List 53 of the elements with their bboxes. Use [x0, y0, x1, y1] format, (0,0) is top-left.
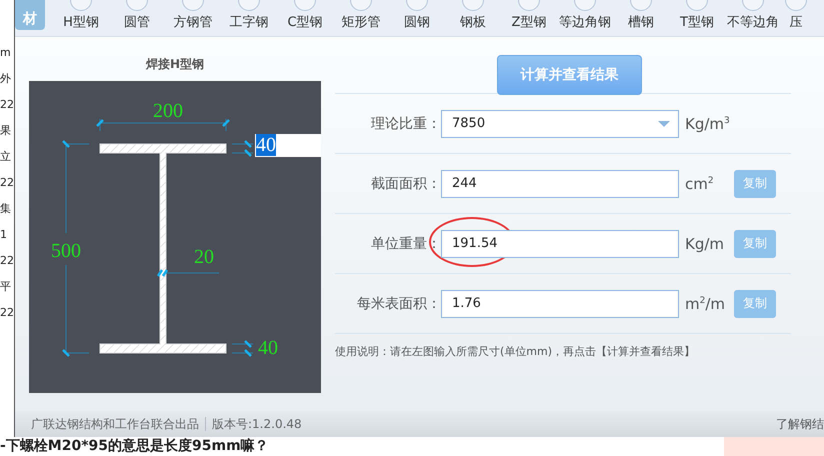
toolbar-button[interactable]: 钢板	[445, 0, 501, 31]
toolbar-button[interactable]: C型钢	[277, 0, 333, 31]
toolbar-button[interactable]: 工字钢	[221, 0, 277, 31]
background-text-fragment: 立	[0, 149, 12, 165]
toolbar-button[interactable]: H型钢	[53, 0, 109, 31]
toolbar-button[interactable]: 不等边角	[725, 0, 781, 31]
version-text: 版本号:1.2.0.48	[212, 416, 302, 432]
result-field[interactable]: 191.54	[441, 230, 679, 258]
background-question-text: -下螺栓M20*95的意思是长度95mm嘛？	[0, 437, 269, 455]
dimension-line	[232, 140, 254, 157]
toolbar-button[interactable]: 槽钢	[613, 0, 669, 31]
credit-text: 广联达钢结构和工作台联合出品	[31, 416, 199, 432]
instructions-text: 使用说明：请在左图输入所需尺寸(单位mm)，再点击【计算并查看结果】	[335, 344, 696, 359]
density-dropdown[interactable]: 7850	[441, 110, 679, 138]
toolbar-button[interactable]: Z型钢	[501, 0, 557, 31]
toolbar-button[interactable]: 等边角钢	[557, 0, 613, 31]
learn-more-link[interactable]: 了解钢结	[776, 416, 824, 432]
dimension-value[interactable]: 40	[258, 337, 278, 359]
toolbar-button[interactable]: 矩形管	[333, 0, 389, 31]
dimension-value[interactable]: 500	[51, 240, 81, 262]
background-text-fragment: 集	[0, 201, 12, 217]
dimension-line	[156, 269, 220, 277]
field-label: 每米表面积：	[356, 294, 441, 312]
app-logo: 材	[15, 0, 45, 30]
toolbar-button[interactable]: 压	[781, 0, 811, 31]
field-label: 理论比重：	[370, 114, 441, 132]
background-text-fragment: 22	[0, 175, 14, 191]
dimension-value[interactable]: 200	[153, 100, 183, 122]
background-text-fragment: 果	[0, 123, 12, 139]
unit-label: cm$^{2}$	[684, 174, 715, 192]
result-field[interactable]: 1.76	[441, 290, 679, 318]
toolbar-button[interactable]: T型钢	[669, 0, 725, 31]
background-text-fragment: 外	[0, 71, 12, 87]
field-label: 单位重量：	[370, 234, 441, 252]
background-text-fragment: m	[0, 45, 12, 61]
dimension-input-field[interactable]: 40	[255, 134, 321, 157]
background-text-fragment: 平	[0, 279, 12, 295]
result-field[interactable]: 244	[441, 170, 679, 198]
toolbar-button[interactable]: 圆钢	[389, 0, 445, 31]
toolbar-button[interactable]: 圆管	[109, 0, 165, 31]
background-text-fragment: 1	[0, 227, 8, 243]
unit-label: m$^{2}$/m	[684, 294, 726, 312]
field-label: 截面面积：	[370, 174, 441, 192]
toolbar-button[interactable]: 方钢管	[165, 0, 221, 31]
dimension-value[interactable]: 20	[194, 246, 214, 268]
background-text-fragment: 22	[0, 305, 14, 321]
panel-title: 焊接H型钢	[144, 56, 206, 73]
background-text-fragment: 22	[0, 97, 14, 113]
dimension-line	[232, 340, 254, 357]
unit-label: Kg/m	[684, 234, 726, 252]
dropdown-caret-icon	[658, 120, 670, 126]
unit-label: Kg/m$^{3}$	[684, 114, 731, 132]
background-text-fragment: 22	[0, 253, 14, 269]
